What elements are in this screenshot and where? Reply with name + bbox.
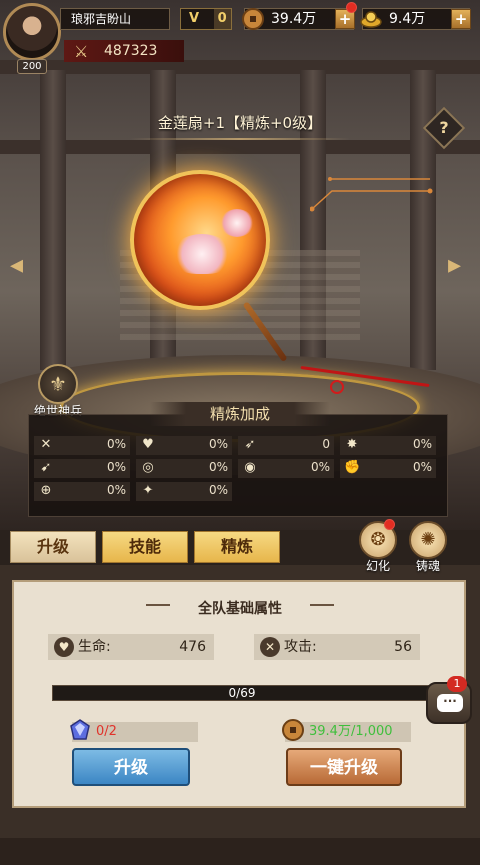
- target-icon: ◉: [244, 460, 256, 475]
- attack-label: 攻击:: [284, 639, 317, 655]
- stat-value: 0%: [412, 460, 432, 474]
- chat-badge: 1: [447, 676, 467, 692]
- attack-value: 56: [394, 639, 412, 655]
- refine-stat: ♥ 0%: [136, 436, 232, 455]
- tab-upgrade[interactable]: 升级: [10, 531, 96, 563]
- notification-dot: [384, 519, 395, 530]
- stat-value: 0%: [310, 460, 330, 474]
- gem-cost-value: 0/2: [96, 724, 117, 739]
- decorative-line-icon: [310, 177, 433, 212]
- attack-icon: ✕: [40, 437, 52, 452]
- crossed-swords-icon: ⚔: [74, 42, 89, 61]
- refine-stat: ➹ 0%: [34, 459, 130, 478]
- stat-value: 0%: [106, 437, 126, 451]
- notification-dot: [346, 2, 357, 13]
- refine-stat: ✦ 0%: [136, 482, 232, 501]
- stat-value: 0%: [208, 437, 228, 451]
- player-level-badge: 200: [17, 59, 47, 74]
- attack-stat: ✕ 攻击: 56: [254, 634, 420, 660]
- gem-icon: [70, 719, 90, 740]
- aim-icon: ⊕: [40, 483, 52, 498]
- divine-weapon-button[interactable]: ⚜ 绝世神兵: [26, 364, 90, 419]
- divine-weapon-icon: ⚜: [38, 364, 78, 404]
- hp-stat: ♥ 生命: 476: [48, 634, 214, 660]
- crit-icon: ✸: [346, 437, 358, 452]
- vip-label: V: [189, 11, 200, 26]
- question-icon: ?: [439, 118, 449, 137]
- gold-ingot-icon: [360, 11, 382, 28]
- heart-icon: ♥: [142, 437, 154, 452]
- gold-value: 9.4万: [389, 11, 426, 27]
- hp-value: 476: [179, 639, 206, 655]
- forge-soul-button[interactable]: ✺ 铸魂: [406, 521, 450, 574]
- pillar: [40, 70, 66, 370]
- exp-progress-text: 0/69: [228, 686, 256, 700]
- exp-progress-bar: 0/69: [52, 685, 432, 701]
- refine-stat: ◎ 0%: [136, 459, 232, 478]
- stat-value: 0%: [208, 460, 228, 474]
- refine-stat: ✊ 0%: [340, 459, 436, 478]
- team-attributes-title: 全队基础属性: [198, 601, 282, 617]
- transform-button[interactable]: ❂ 幻化: [356, 521, 400, 574]
- refine-stat: ➶ 0: [238, 436, 334, 455]
- tab-skill[interactable]: 技能: [102, 531, 188, 563]
- bottom-strip: [0, 838, 480, 865]
- lotus-flower: [220, 209, 254, 237]
- beam: [0, 60, 480, 74]
- golden-lotus-fan-weapon: [130, 170, 270, 310]
- beam: [0, 140, 480, 154]
- transform-label: 幻化: [365, 559, 390, 573]
- refine-stat: ⊕ 0%: [34, 482, 130, 501]
- attack-icon: ✕: [260, 637, 280, 657]
- coin-cost-value: 39.4万/1,000: [309, 724, 393, 739]
- swirl-icon: ✺: [409, 521, 447, 559]
- coin-icon: [282, 719, 304, 741]
- prev-item-arrow[interactable]: ◂: [10, 250, 26, 280]
- vip-value: 0: [213, 9, 231, 29]
- one-key-upgrade-button[interactable]: 一键升级: [286, 748, 402, 786]
- chat-bubble-icon: ···: [437, 694, 463, 712]
- coin-icon: [242, 8, 264, 30]
- coin-value: 39.4万: [271, 11, 317, 27]
- stat-value: 0%: [106, 483, 126, 497]
- add-gold-button[interactable]: +: [451, 9, 471, 29]
- stat-value: 0%: [106, 460, 126, 474]
- upgrade-button[interactable]: 升级: [72, 748, 190, 786]
- swirl-icon: ◎: [142, 460, 154, 475]
- item-title: 金莲扇+1【精炼+0级】: [157, 114, 323, 132]
- next-item-arrow[interactable]: ▸: [448, 250, 464, 280]
- wing-icon: ➹: [40, 460, 52, 475]
- refine-bonus-title: 精炼加成: [150, 402, 330, 426]
- stat-value: 0: [322, 437, 330, 451]
- boot-icon: ➶: [244, 437, 256, 452]
- lotus-flower: [172, 234, 232, 274]
- refine-stat: ◉ 0%: [238, 459, 334, 478]
- player-avatar[interactable]: [3, 3, 61, 61]
- vip-badge[interactable]: V 0: [180, 8, 232, 30]
- hp-label: 生命:: [78, 639, 111, 655]
- dodge-icon: ✦: [142, 483, 154, 498]
- tassel-knot: [330, 380, 344, 394]
- heart-icon: ♥: [54, 637, 74, 657]
- coin-cost: 39.4万/1,000: [282, 719, 411, 742]
- tab-refine[interactable]: 精炼: [194, 531, 280, 563]
- gold-currency: 9.4万 +: [360, 8, 471, 30]
- refine-stat: ✕ 0%: [34, 436, 130, 455]
- refine-stat: ✸ 0%: [340, 436, 436, 455]
- player-name: 琅邪吉盼山: [60, 8, 170, 30]
- strength-icon: ✊: [344, 460, 361, 475]
- stat-value: 0%: [208, 483, 228, 497]
- combat-power-value: 487323: [104, 43, 158, 59]
- title-divider: [130, 138, 350, 140]
- stat-value: 0%: [412, 437, 432, 451]
- forge-soul-label: 铸魂: [415, 559, 440, 573]
- coin-currency: 39.4万 +: [242, 8, 355, 30]
- combat-power: ⚔ 487323: [64, 40, 184, 62]
- gem-cost: 0/2: [70, 719, 198, 742]
